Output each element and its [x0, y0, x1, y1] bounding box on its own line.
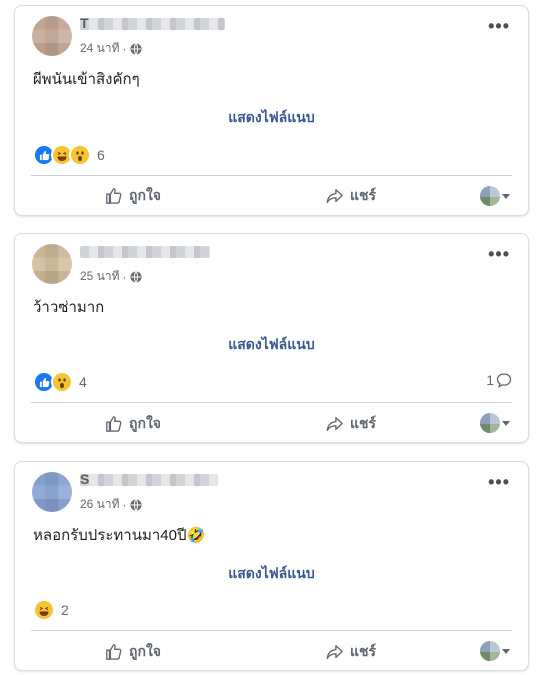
viewer-avatar[interactable]: [480, 641, 500, 661]
share-button[interactable]: แชร์: [326, 413, 376, 435]
like-button[interactable]: ถูกใจ: [105, 641, 161, 663]
comment-bubble-icon: [496, 373, 512, 388]
post-meta: 26 นาที ·: [80, 495, 142, 514]
post-time[interactable]: 26 นาที: [80, 495, 120, 514]
divider: [31, 402, 512, 403]
chevron-down-icon[interactable]: [502, 194, 510, 199]
more-dots-icon[interactable]: •••: [488, 245, 510, 263]
post-card: 25 นาที · ••• ว้าวซ่ามาก แสดงไฟล์แนบ 4 1…: [14, 233, 529, 443]
author-name-blurred[interactable]: [80, 246, 210, 258]
wow-reaction-icon: [51, 371, 73, 393]
meta-separator: ·: [122, 41, 127, 56]
share-label: แชร์: [350, 643, 377, 659]
show-attachment-link[interactable]: แสดงไฟล์แนบ: [15, 334, 528, 356]
author-avatar[interactable]: [32, 244, 72, 284]
author-name-initial: T: [80, 15, 89, 31]
post-card: T 24 นาที · ••• ผีพนันเข้าสิงคักๆ แสดงไฟ…: [14, 5, 529, 216]
reaction-summary[interactable]: 6: [33, 144, 105, 166]
share-arrow-icon: [326, 417, 343, 431]
globe-icon: [130, 42, 142, 55]
like-label: ถูกใจ: [129, 187, 161, 203]
post-time[interactable]: 25 นาที: [80, 267, 120, 286]
show-attachment-link[interactable]: แสดงไฟล์แนบ: [15, 107, 528, 129]
author-avatar[interactable]: [32, 472, 72, 512]
reaction-summary[interactable]: 4: [33, 371, 87, 393]
reaction-count: 4: [79, 374, 87, 390]
viewer-avatar[interactable]: [480, 413, 500, 433]
meta-separator: ·: [122, 497, 127, 512]
share-button[interactable]: แชร์: [326, 641, 376, 663]
reaction-count: 2: [61, 602, 69, 618]
divider: [31, 175, 512, 176]
viewer-avatar[interactable]: [480, 186, 500, 206]
globe-icon: [130, 270, 142, 283]
more-dots-icon[interactable]: •••: [488, 473, 510, 491]
reaction-count: 6: [97, 147, 105, 163]
haha-reaction-icon: [33, 599, 55, 621]
share-label: แชร์: [350, 187, 377, 203]
post-meta: 25 นาที ·: [80, 267, 142, 286]
show-attachment-link[interactable]: แสดงไฟล์แนบ: [15, 563, 528, 585]
author-name-initial: S: [80, 471, 90, 487]
like-button[interactable]: ถูกใจ: [105, 185, 161, 207]
post-text: ผีพนันเข้าสิงคักๆ: [33, 71, 140, 88]
like-label: ถูกใจ: [129, 415, 161, 431]
post-text: ว้าวซ่ามาก: [33, 299, 105, 316]
like-label: ถูกใจ: [129, 643, 161, 659]
share-arrow-icon: [326, 189, 343, 203]
comment-count[interactable]: 1: [486, 372, 512, 388]
reaction-summary[interactable]: 2: [33, 599, 69, 621]
post-meta: 24 นาที ·: [80, 39, 142, 58]
post-card: S 26 นาที · ••• หลอกรับประทานมา40ปี🤣 แสด…: [14, 461, 529, 671]
divider: [31, 630, 512, 631]
author-avatar[interactable]: [32, 16, 72, 56]
author-name-blurred[interactable]: [80, 474, 218, 486]
thumbs-up-icon: [106, 416, 122, 432]
wow-reaction-icon: [69, 144, 91, 166]
chevron-down-icon[interactable]: [502, 649, 510, 654]
post-text: หลอกรับประทานมา40ปี🤣: [33, 527, 206, 544]
share-arrow-icon: [326, 645, 343, 659]
globe-icon: [130, 498, 142, 511]
author-name-blurred[interactable]: [80, 18, 225, 30]
comment-count-value: 1: [486, 372, 494, 388]
thumbs-up-icon: [106, 644, 122, 660]
chevron-down-icon[interactable]: [502, 421, 510, 426]
meta-separator: ·: [122, 269, 127, 284]
more-dots-icon[interactable]: •••: [488, 17, 510, 35]
like-button[interactable]: ถูกใจ: [105, 413, 161, 435]
post-time[interactable]: 24 นาที: [80, 39, 120, 58]
thumbs-up-icon: [106, 188, 122, 204]
share-button[interactable]: แชร์: [326, 185, 376, 207]
share-label: แชร์: [350, 415, 377, 431]
